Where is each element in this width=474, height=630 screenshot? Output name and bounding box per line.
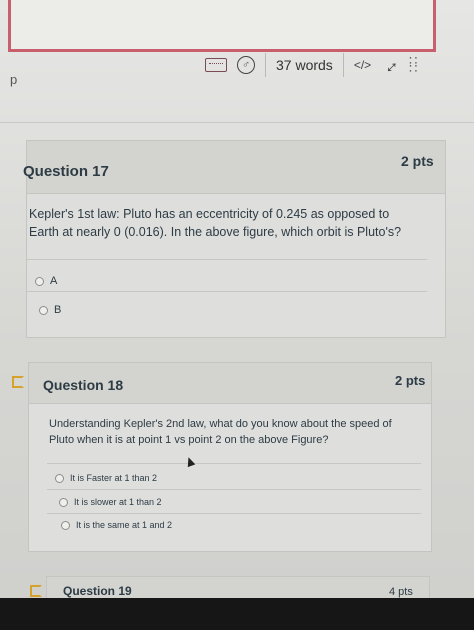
keyboard-icon[interactable] [205,58,227,72]
question-card-18: Question 18 2 pts Understanding Kepler's… [28,362,432,552]
toolbar-separator [342,53,344,77]
answer-option-a[interactable]: A [35,275,57,287]
option-label: It is slower at 1 than 2 [74,497,162,507]
screen-bottom-edge [0,598,474,630]
answer-option-faster[interactable]: It is Faster at 1 than 2 [55,473,157,483]
option-label: It is the same at 1 and 2 [76,520,173,530]
option-divider [27,291,427,292]
question-points: 4 pts [389,586,413,598]
answer-editor[interactable] [8,0,436,52]
answer-option-slower[interactable]: It is slower at 1 than 2 [59,497,162,507]
option-divider [27,259,427,260]
html-editor-icon[interactable]: </> [354,58,371,72]
question-points: 2 pts [401,153,434,169]
question-title: Question 19 [63,584,132,598]
answer-option-b[interactable]: B [39,304,61,316]
answer-option-same[interactable]: It is the same at 1 and 2 [61,520,172,530]
question-card-17: Question 17 2 pts Kepler's 1st law: Plut… [23,140,446,338]
fullscreen-icon[interactable]: ↔ [376,51,404,79]
question-text: Understanding Kepler's 2nd law, what do … [49,418,392,446]
question-title: Question 17 [23,163,109,180]
editor-status-bar: ♂ 37 words </> ↔ ∷ ∷ [205,51,418,79]
paragraph-indicator: p [10,72,18,87]
option-divider [47,513,421,514]
question-points: 2 pts [395,373,426,388]
flag-question-icon[interactable] [12,376,24,388]
option-label: B [54,304,62,316]
resize-grip-icon[interactable]: ∷ ∷ [409,54,418,75]
option-label: A [50,275,58,287]
radio-button[interactable] [39,305,48,315]
option-label: It is Faster at 1 than 2 [70,473,158,483]
radio-button[interactable] [59,497,68,507]
radio-button[interactable] [61,520,70,530]
question-text: Kepler's 1st law: Pluto has an eccentric… [29,207,402,240]
radio-button[interactable] [55,473,64,483]
option-divider [47,489,421,490]
radio-button[interactable] [35,276,44,286]
word-count: 37 words [276,57,333,73]
question-title: Question 18 [43,377,124,393]
accessibility-checker-icon[interactable]: ♂ [237,56,255,74]
flag-question-icon[interactable] [30,585,42,597]
section-divider [0,122,474,123]
option-divider [47,463,421,464]
toolbar-separator [265,53,266,77]
